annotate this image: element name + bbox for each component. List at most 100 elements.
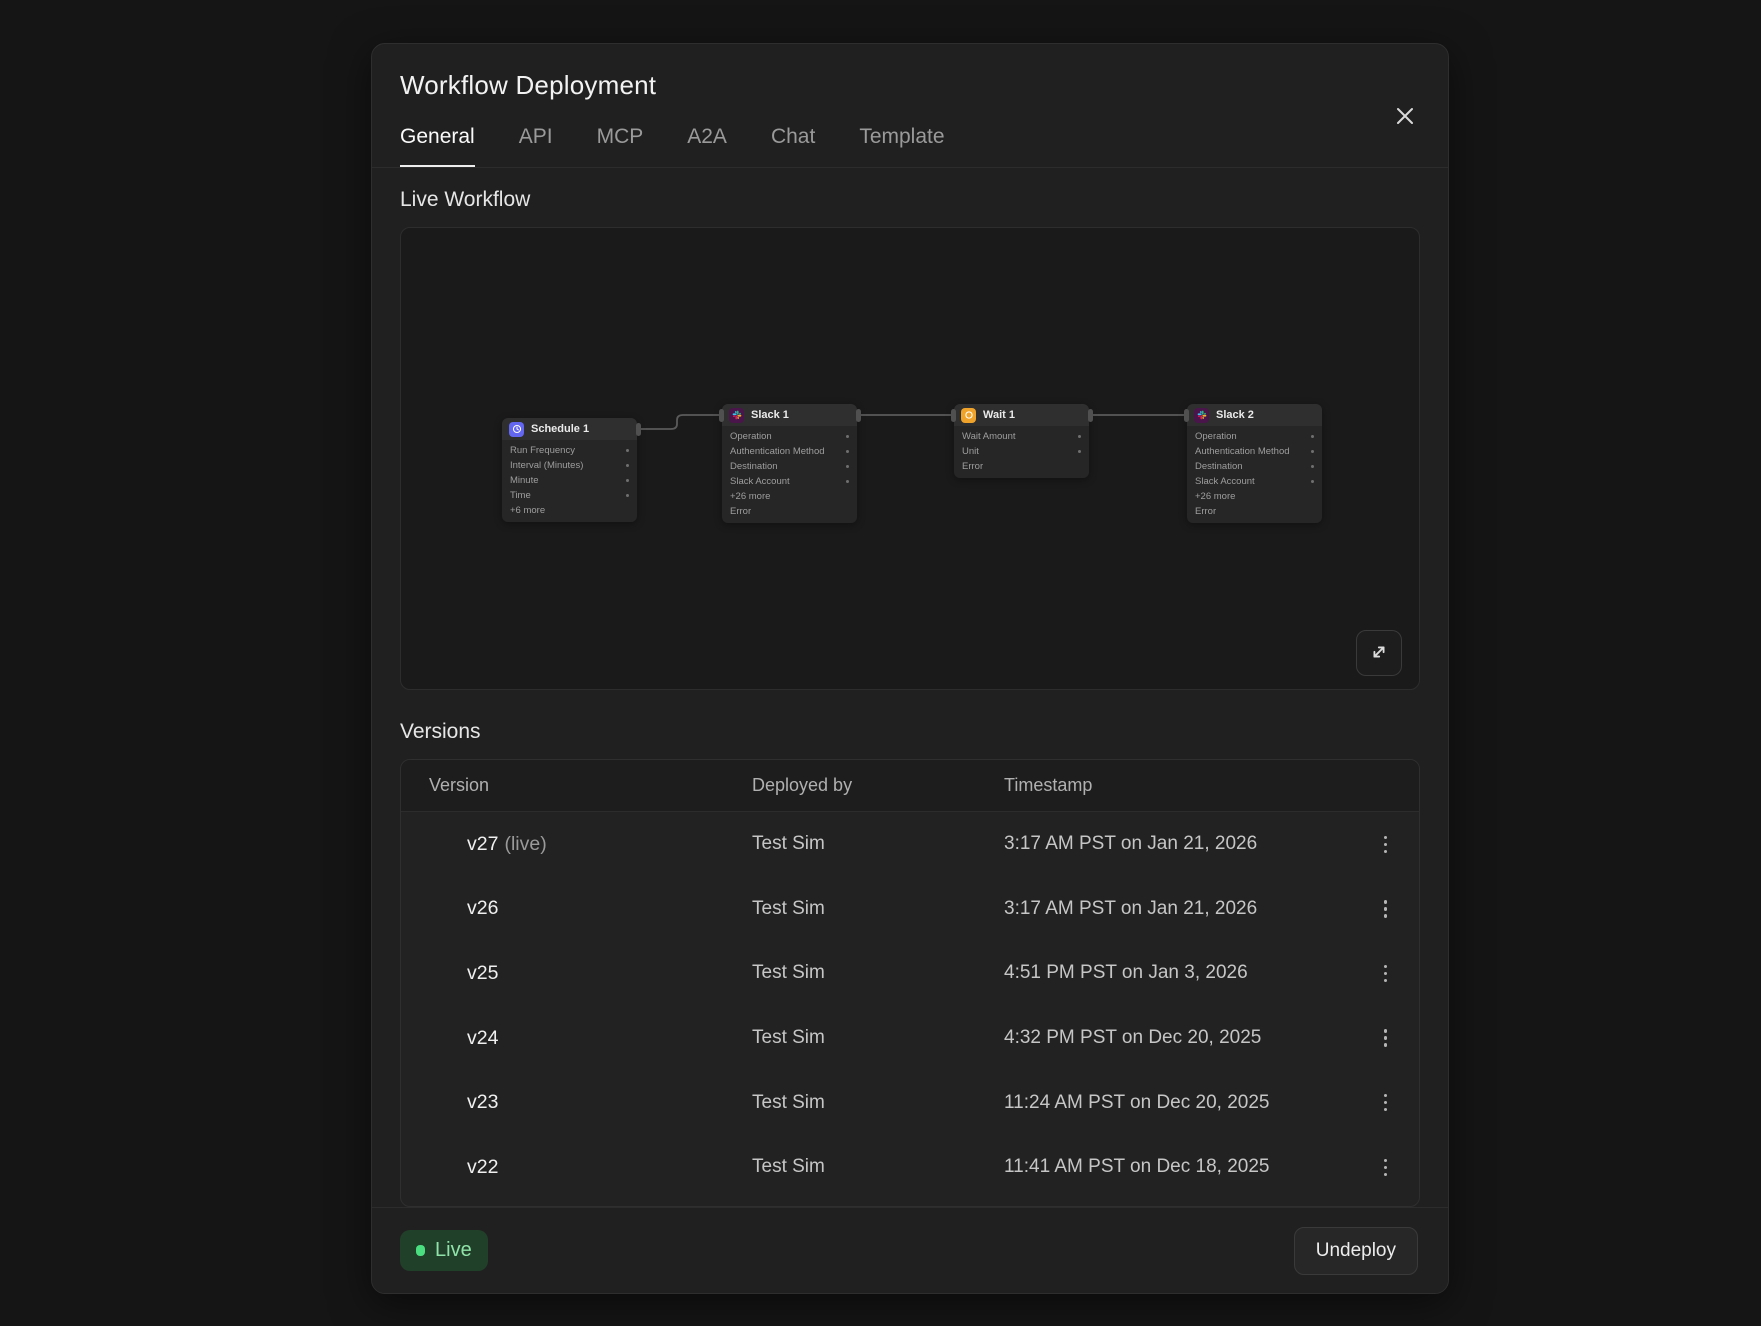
output-handle[interactable] (856, 409, 861, 422)
timestamp-cell: 11:24 AM PST on Dec 20, 2025 (1004, 1092, 1355, 1114)
node-field: Operation (1195, 429, 1314, 444)
node-title: Slack 2 (1216, 409, 1254, 421)
version-cell: v24 (467, 1027, 752, 1050)
version-cell: v26 (467, 897, 752, 920)
node-header: Wait 1 (954, 404, 1089, 426)
version-cell: v27(live) (467, 833, 752, 856)
row-menu-button[interactable] (1380, 830, 1392, 860)
node-body: OperationAuthentication MethodDestinatio… (722, 426, 857, 523)
node-field: Error (1195, 504, 1314, 519)
node-field: Time (510, 488, 629, 503)
modal-title: Workflow Deployment (400, 70, 1418, 101)
tab-mcp[interactable]: MCP (597, 125, 644, 167)
node-title: Wait 1 (983, 409, 1015, 421)
version-table-row[interactable]: v25 Test Sim 4:51 PM PST on Jan 3, 2026 (401, 941, 1419, 1006)
clock-icon (509, 422, 524, 437)
timestamp-cell: 4:32 PM PST on Dec 20, 2025 (1004, 1027, 1355, 1049)
live-status-label: Live (435, 1239, 472, 1262)
version-table-row[interactable]: v24 Test Sim 4:32 PM PST on Dec 20, 2025 (401, 1006, 1419, 1071)
modal-footer: Live Undeploy (372, 1207, 1448, 1293)
version-table-row[interactable]: v23 Test Sim 11:24 AM PST on Dec 20, 202… (401, 1070, 1419, 1135)
node-field: Interval (Minutes) (510, 458, 629, 473)
field-port-dot (1311, 450, 1314, 453)
expand-canvas-button[interactable] (1356, 630, 1402, 676)
field-port-dot (626, 494, 629, 497)
deployed-by-cell: Test Sim (752, 898, 1004, 920)
tab-api[interactable]: API (519, 125, 553, 167)
deployed-by-cell: Test Sim (752, 1156, 1004, 1178)
live-status-badge: Live (400, 1230, 488, 1271)
node-field: Destination (730, 459, 849, 474)
node-field: Error (962, 459, 1081, 474)
field-port-dot (626, 479, 629, 482)
output-handle[interactable] (1088, 409, 1093, 422)
versions-table-body: v27(live) Test Sim 3:17 AM PST on Jan 21… (401, 812, 1419, 1200)
node-header: Slack 1 (722, 404, 857, 426)
timestamp-cell: 3:17 AM PST on Jan 21, 2026 (1004, 898, 1355, 920)
version-cell: v25 (467, 962, 752, 985)
undeploy-button[interactable]: Undeploy (1294, 1227, 1418, 1275)
deployed-by-cell: Test Sim (752, 962, 1004, 984)
close-button[interactable] (1390, 102, 1420, 132)
field-port-dot (1311, 480, 1314, 483)
input-handle[interactable] (951, 409, 956, 422)
field-port-dot (1311, 435, 1314, 438)
node-field: Minute (510, 473, 629, 488)
tab-chat[interactable]: Chat (771, 125, 815, 167)
deployed-by-cell: Test Sim (752, 1027, 1004, 1049)
field-port-dot (626, 449, 629, 452)
timestamp-cell: 11:41 AM PST on Dec 18, 2025 (1004, 1156, 1355, 1178)
row-menu-button[interactable] (1380, 1088, 1392, 1118)
field-port-dot (626, 464, 629, 467)
slack-logo-icon (729, 408, 744, 423)
field-port-dot (846, 480, 849, 483)
node-body: Run FrequencyInterval (Minutes)MinuteTim… (502, 440, 637, 522)
field-port-dot (846, 435, 849, 438)
node-field: Wait Amount (962, 429, 1081, 444)
node-field: Run Frequency (510, 443, 629, 458)
workflow-node-schedule-1[interactable]: Schedule 1 Run FrequencyInterval (Minute… (502, 418, 637, 522)
input-handle[interactable] (719, 409, 724, 422)
live-status-dot (416, 1245, 425, 1256)
expand-diagonal-icon (1368, 641, 1390, 666)
live-workflow-heading: Live Workflow (400, 188, 1420, 212)
row-menu-button[interactable] (1380, 959, 1392, 989)
node-field: +26 more (730, 489, 849, 504)
node-body: OperationAuthentication MethodDestinatio… (1187, 426, 1322, 523)
column-header-version: Version (429, 775, 752, 796)
workflow-node-wait-1[interactable]: Wait 1 Wait AmountUnitError (954, 404, 1089, 478)
versions-heading: Versions (400, 720, 1420, 744)
timestamp-cell: 4:51 PM PST on Jan 3, 2026 (1004, 962, 1355, 984)
version-table-row[interactable]: v22 Test Sim 11:41 AM PST on Dec 18, 202… (401, 1135, 1419, 1200)
workflow-node-slack-2[interactable]: Slack 2 OperationAuthentication MethodDe… (1187, 404, 1322, 523)
tab-general[interactable]: General (400, 125, 475, 167)
version-table-row[interactable]: v26 Test Sim 3:17 AM PST on Jan 21, 2026 (401, 877, 1419, 942)
row-menu-button[interactable] (1380, 1153, 1392, 1183)
tab-template[interactable]: Template (859, 125, 944, 167)
row-menu-button[interactable] (1380, 1023, 1392, 1053)
node-header: Schedule 1 (502, 418, 637, 440)
version-table-row[interactable]: v27(live) Test Sim 3:17 AM PST on Jan 21… (401, 812, 1419, 877)
field-port-dot (1311, 465, 1314, 468)
versions-table: Version Deployed by Timestamp v27(live) … (400, 759, 1420, 1207)
workflow-canvas[interactable]: Schedule 1 Run FrequencyInterval (Minute… (400, 227, 1420, 690)
tab-a2a[interactable]: A2A (687, 125, 727, 167)
node-title: Schedule 1 (531, 423, 589, 435)
row-menu-button[interactable] (1380, 894, 1392, 924)
node-field: Slack Account (1195, 474, 1314, 489)
close-icon (1393, 104, 1417, 131)
slack-logo-icon (1194, 408, 1209, 423)
modal-body: Live Workflow Schedule 1 (372, 168, 1448, 1207)
input-handle[interactable] (1184, 409, 1189, 422)
node-field: Operation (730, 429, 849, 444)
node-field: +26 more (1195, 489, 1314, 504)
workflow-node-slack-1[interactable]: Slack 1 OperationAuthentication MethodDe… (722, 404, 857, 523)
column-header-deployed-by: Deployed by (752, 775, 1004, 796)
node-field: Slack Account (730, 474, 849, 489)
node-field: Authentication Method (730, 444, 849, 459)
output-handle[interactable] (636, 423, 641, 436)
versions-table-header: Version Deployed by Timestamp (401, 760, 1419, 812)
field-port-dot (1078, 435, 1081, 438)
column-header-timestamp: Timestamp (1004, 775, 1355, 796)
deployed-by-cell: Test Sim (752, 833, 1004, 855)
